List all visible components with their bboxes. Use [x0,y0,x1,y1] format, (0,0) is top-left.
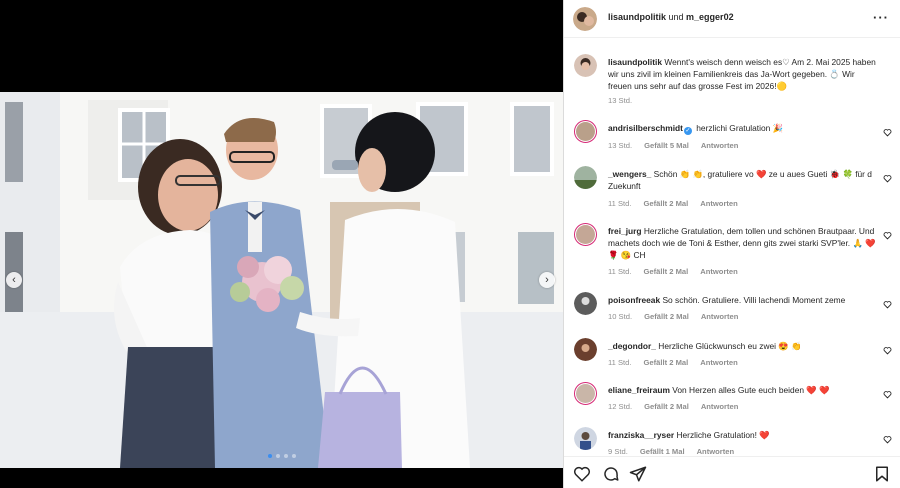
heart-icon[interactable] [883,128,892,137]
comment-username[interactable]: _wengers_ [608,169,651,179]
reply-link[interactable]: Antworten [700,267,738,276]
comment-body: herzlichi Gratulation 🎉 [696,123,784,133]
reply-link[interactable]: Antworten [701,312,739,321]
avatar[interactable] [574,382,597,405]
verified-badge-icon: ✓ [683,127,692,135]
comments-list: lisaundpolitik Wennt's weisch denn weisc… [564,46,900,456]
caption-meta: 13 Std. [608,96,644,105]
comment-text: _degondor_ Herzliche Glückwunsch eu zwei… [608,340,878,352]
reply-link[interactable]: Antworten [701,402,739,411]
avatar[interactable] [574,54,597,77]
comment-time: 11 Std. [608,199,632,208]
comment-meta: 11 Std. Gefällt 2 Mal Antworten [608,267,750,276]
heart-icon[interactable] [883,435,892,444]
reply-link[interactable]: Antworten [700,358,738,367]
comment-meta: 13 Std. Gefällt 5 Mal Antworten [608,141,750,150]
comment-username[interactable]: poisonfreeak [608,295,660,305]
post-authors[interactable]: lisaundpolitik und m_egger02 [608,12,734,22]
likes-count[interactable]: Gefällt 2 Mal [644,267,689,276]
heart-icon[interactable] [883,346,892,355]
comment-time: 12 Std. [608,402,633,411]
comment-time: 11 Std. [608,358,632,367]
comment-username[interactable]: _degondor_ [608,341,656,351]
caption-time: 13 Std. [608,96,633,105]
bookmark-icon[interactable] [873,465,891,483]
comment-time: 10 Std. [608,312,633,321]
share-icon[interactable] [629,465,647,483]
comment-body: Herzliche Glückwunsch eu zwei 😍 👏 [658,341,802,351]
comment-time: 11 Std. [608,267,632,276]
comment-text: _wengers_ Schön 👏 👏, gratuliere vo ❤️ ze… [608,168,878,192]
comment-body: Herzliche Gratulation, dem tollen und sc… [608,226,876,260]
post-actions [564,456,900,488]
comment-meta: 9 Std. Gefällt 1 Mal Antworten [608,447,746,456]
carousel-dot [291,454,296,458]
comment-username[interactable]: eliane_freiraum [608,385,670,395]
heart-icon[interactable] [883,300,892,309]
comment-text: eliane_freiraum Von Herzen alles Gute eu… [608,384,878,396]
comments-panel: lisaundpolitik und m_egger02 ··· lisaund… [563,0,900,488]
heart-icon[interactable] [573,465,591,483]
likes-count[interactable]: Gefällt 5 Mal [644,141,689,150]
avatar[interactable] [574,427,597,450]
author-joiner: und [666,12,687,22]
more-options-icon[interactable]: ··· [873,10,889,25]
carousel-dot [267,454,272,458]
comment-meta: 11 Std. Gefällt 2 Mal Antworten [608,199,750,208]
wedding-photo-image [0,92,563,468]
comment-icon[interactable] [602,465,620,483]
likes-count[interactable]: Gefällt 1 Mal [640,447,685,456]
avatar[interactable] [573,7,597,31]
comment-meta: 10 Std. Gefällt 2 Mal Antworten [608,312,750,321]
comment-username[interactable]: andrisilberschmidt [608,123,683,133]
reply-link[interactable]: Antworten [697,447,735,456]
comment-username[interactable]: frei_jurg [608,226,642,236]
comment-body: Herzliche Gratulation! ❤️ [676,430,770,440]
post-photo[interactable] [0,92,563,468]
heart-icon[interactable] [883,174,892,183]
post-header: lisaundpolitik und m_egger02 ··· [564,0,900,38]
heart-icon[interactable] [883,390,892,399]
likes-count[interactable]: Gefällt 2 Mal [644,199,689,208]
heart-icon[interactable] [883,231,892,240]
caption-username[interactable]: lisaundpolitik [608,57,662,67]
avatar[interactable] [574,120,597,143]
chevron-left-icon[interactable]: ‹ [6,272,22,288]
comment-text: frei_jurg Herzliche Gratulation, dem tol… [608,225,878,261]
avatar[interactable] [574,166,597,189]
comment-body: So schön. Gratuliere. Villi lachendi Mom… [662,295,846,305]
avatar[interactable] [574,338,597,361]
comment-time: 9 Std. [608,447,628,456]
comment-meta: 11 Std. Gefällt 2 Mal Antworten [608,358,750,367]
coauthor-username[interactable]: m_egger02 [686,12,734,22]
comment-text: poisonfreeak So schön. Gratuliere. Villi… [608,294,878,306]
carousel-dot [283,454,288,458]
likes-count[interactable]: Gefällt 2 Mal [644,312,689,321]
comment-text: franziska__ryser Herzliche Gratulation! … [608,429,878,441]
avatar[interactable] [574,292,597,315]
likes-count[interactable]: Gefällt 2 Mal [644,402,689,411]
comment-meta: 12 Std. Gefällt 2 Mal Antworten [608,402,750,411]
likes-count[interactable]: Gefällt 2 Mal [644,358,689,367]
carousel-dots [0,454,563,458]
reply-link[interactable]: Antworten [701,141,739,150]
post-media: ‹ › [0,0,563,488]
caption-text: lisaundpolitik Wennt's weisch denn weisc… [608,56,878,92]
author-username[interactable]: lisaundpolitik [608,12,666,22]
comment-time: 13 Std. [608,141,633,150]
comment-text: andrisilberschmidt ✓ herzlichi Gratulatio… [608,122,878,135]
comment-username[interactable]: franziska__ryser [608,430,674,440]
avatar[interactable] [574,223,597,246]
comment-body: Von Herzen alles Gute euch beiden ❤️ ❤️ [672,385,830,395]
carousel-dot [275,454,280,458]
reply-link[interactable]: Antworten [700,199,738,208]
chevron-right-icon[interactable]: › [539,272,555,288]
